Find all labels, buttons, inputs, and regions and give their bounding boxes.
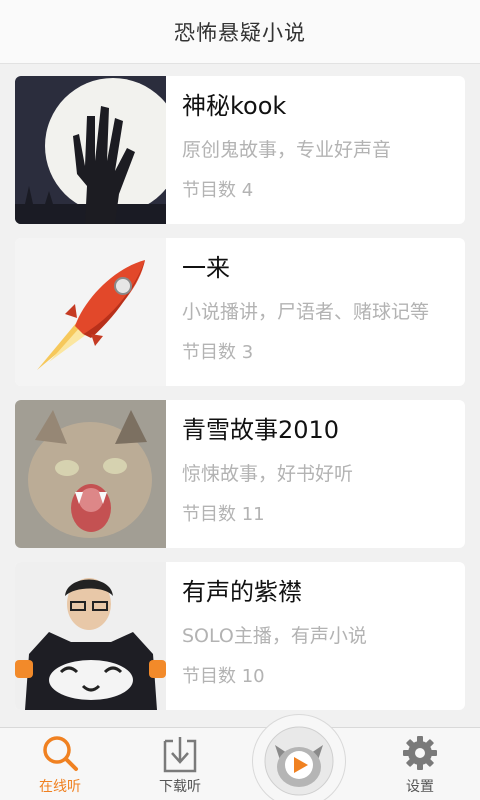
album-card-3[interactable]: 青雪故事2010 惊悚故事，好书好听 节目数 11 <box>15 400 465 548</box>
download-icon <box>163 737 197 773</box>
album-list[interactable]: 神秘kook 原创鬼故事，专业好声音 节目数 4 一来 小说播讲，尸语者、赌球记… <box>15 76 465 724</box>
album-episode-count: 节目数 3 <box>182 342 254 363</box>
album-description: SOLO主播，有声小说 <box>182 625 367 647</box>
album-title: 一来 <box>182 254 230 282</box>
album-episode-count: 节目数 11 <box>182 504 265 525</box>
album-title: 有声的紫襟 <box>182 578 302 606</box>
album-episode-count: 节目数 10 <box>182 666 265 687</box>
now-playing-button[interactable] <box>252 714 346 800</box>
tab-online-listen[interactable]: 在线听 <box>0 728 120 800</box>
page-title: 恐怖悬疑小说 <box>174 20 306 45</box>
search-icon <box>43 736 78 771</box>
tab-label: 在线听 <box>39 779 81 795</box>
album-cover-person <box>15 562 166 710</box>
album-description: 原创鬼故事，专业好声音 <box>182 139 392 161</box>
app-header: 恐怖悬疑小说 <box>0 0 480 64</box>
album-title: 青雪故事2010 <box>182 416 340 444</box>
album-description: 惊悚故事，好书好听 <box>182 463 354 485</box>
album-card-4[interactable]: 有声的紫襟 SOLO主播，有声小说 节目数 10 <box>15 562 465 710</box>
album-episode-count: 节目数 4 <box>182 180 254 201</box>
album-info: 神秘kook 原创鬼故事，专业好声音 节目数 4 <box>166 76 465 224</box>
bottom-tab-bar: 在线听 下载听 设置 <box>0 714 480 800</box>
album-card-1[interactable]: 神秘kook 原创鬼故事，专业好声音 节目数 4 <box>15 76 465 224</box>
gear-icon <box>403 736 437 770</box>
album-description: 小说播讲，尸语者、赌球记等 <box>182 301 430 323</box>
album-card-2[interactable]: 一来 小说播讲，尸语者、赌球记等 节目数 3 <box>15 238 465 386</box>
album-info: 有声的紫襟 SOLO主播，有声小说 节目数 10 <box>166 562 465 710</box>
album-info: 一来 小说播讲，尸语者、赌球记等 节目数 3 <box>166 238 465 386</box>
tab-settings[interactable]: 设置 <box>360 728 480 800</box>
album-title: 神秘kook <box>182 92 287 120</box>
album-cover-rocket <box>15 238 166 386</box>
album-cover-zombie-hand <box>15 76 166 224</box>
tab-label: 下载听 <box>159 779 201 795</box>
play-icon <box>264 726 334 796</box>
album-info: 青雪故事2010 惊悚故事，好书好听 节目数 11 <box>166 400 465 548</box>
album-cover-cat <box>15 400 166 548</box>
app-screen: 恐怖悬疑小说 神秘kook 原创鬼故事，专业好声音 节目数 4 一来 小说播讲，… <box>0 0 480 800</box>
tab-label: 设置 <box>406 779 434 795</box>
tab-download-listen[interactable]: 下载听 <box>120 728 240 800</box>
